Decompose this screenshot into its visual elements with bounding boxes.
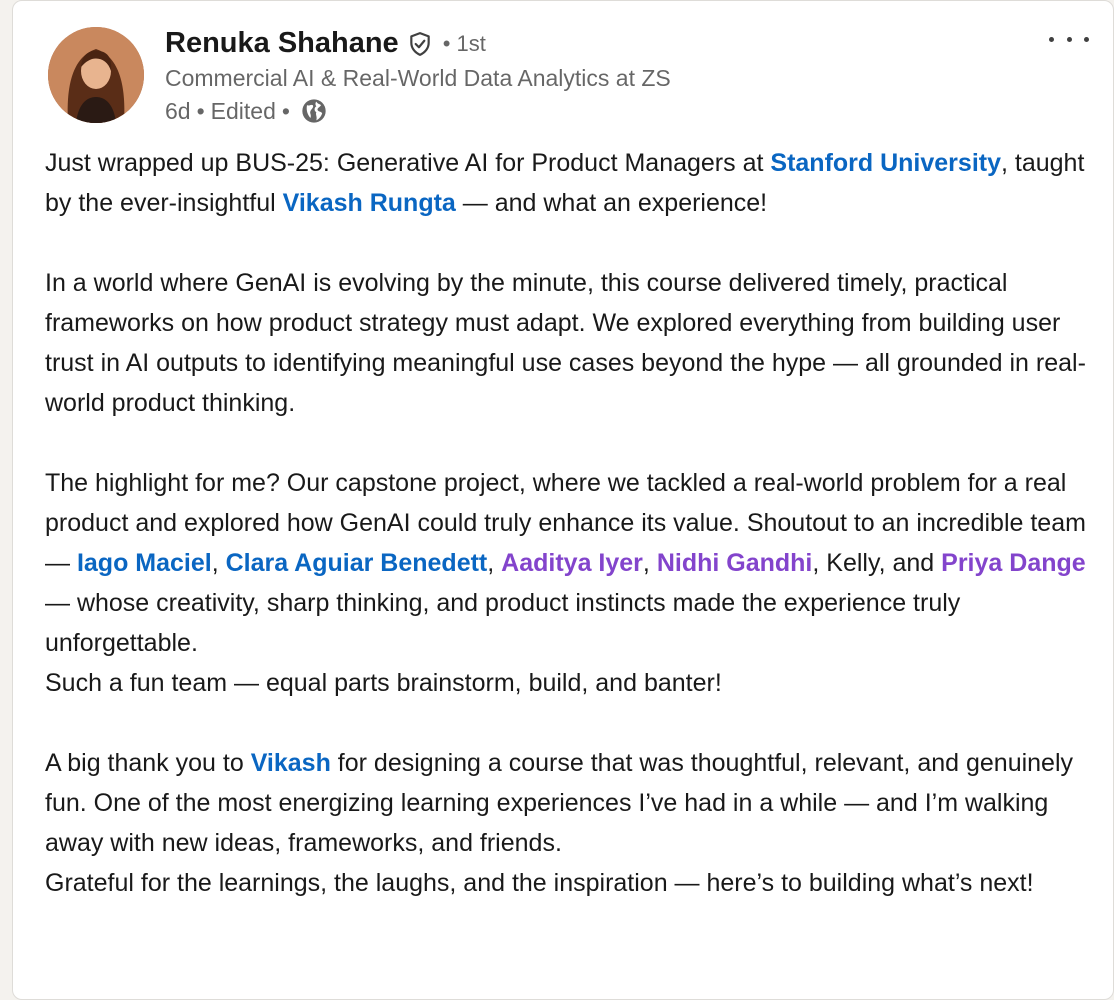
- post-text: — whose creativity, sharp thinking, and …: [45, 589, 961, 657]
- more-options-button[interactable]: [1049, 27, 1089, 51]
- post-text: Just wrapped up BUS-25: Generative AI fo…: [45, 149, 771, 177]
- mention-link[interactable]: Iago Maciel: [77, 549, 212, 577]
- post-text: ,: [487, 549, 502, 577]
- mention-link[interactable]: Clara Aguiar Benedett: [226, 549, 488, 577]
- post-paragraph: Such a fun team — equal parts brainstorm…: [45, 669, 722, 697]
- edited-label: Edited: [210, 97, 276, 124]
- meta-separator: •: [196, 97, 205, 124]
- globe-icon: [300, 97, 328, 125]
- author-name[interactable]: Renuka Shahane: [165, 27, 399, 60]
- connection-degree: • 1st: [442, 30, 486, 56]
- mention-link[interactable]: Aaditya Iyer: [501, 549, 643, 577]
- post-paragraph: A big thank you to Vikash for designing …: [45, 743, 1095, 863]
- mention-link[interactable]: Nidhi Gandhi: [657, 549, 813, 577]
- post-paragraph: Just wrapped up BUS-25: Generative AI fo…: [45, 143, 1095, 223]
- post-paragraph: Grateful for the learnings, the laughs, …: [45, 869, 1034, 897]
- post-text: — and what an experience!: [455, 189, 768, 217]
- avatar[interactable]: [48, 27, 144, 123]
- post-text: A big thank you to: [45, 749, 251, 777]
- post-body: Just wrapped up BUS-25: Generative AI fo…: [45, 143, 1095, 903]
- meta-separator: •: [281, 97, 290, 124]
- author-headline: Commercial AI & Real-World Data Analytic…: [165, 65, 671, 91]
- post-paragraph: The highlight for me? Our capstone proje…: [45, 463, 1095, 663]
- post-time: 6d: [165, 97, 191, 124]
- post-text: ,: [211, 549, 226, 577]
- post-paragraph: In a world where GenAI is evolving by th…: [45, 269, 1086, 417]
- mention-link[interactable]: Priya Dange: [941, 549, 1086, 577]
- dot-icon: [1066, 36, 1072, 42]
- mention-link[interactable]: Vikash: [251, 749, 331, 777]
- author-name-row: Renuka Shahane • 1st: [165, 27, 486, 60]
- post-card: Renuka Shahane • 1st Commercial AI & Rea…: [12, 0, 1114, 1000]
- dot-icon: [1084, 36, 1089, 42]
- avatar-photo: [48, 27, 144, 123]
- post-text: ,: [642, 549, 657, 577]
- dot-icon: [1049, 36, 1054, 42]
- post-text: , Kelly, and: [812, 549, 942, 577]
- mention-link[interactable]: Vikash Rungta: [283, 189, 456, 217]
- mention-link[interactable]: Stanford University: [770, 149, 1001, 177]
- post-meta: 6d • Edited •: [165, 97, 328, 125]
- verified-shield-icon: [407, 31, 433, 57]
